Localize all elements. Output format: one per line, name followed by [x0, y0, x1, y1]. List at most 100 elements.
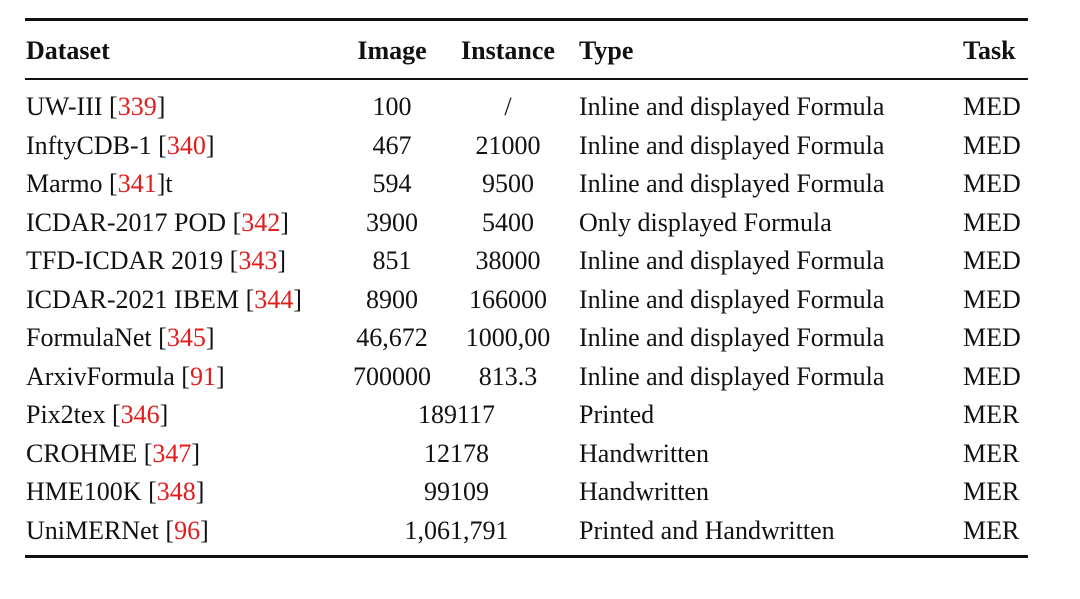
instance-cell: 166000 — [469, 284, 547, 314]
dataset-cell: UniMERNet [96] — [26, 512, 209, 550]
dataset-name: ICDAR-2021 IBEM — [26, 284, 246, 314]
ref-open: [ — [109, 92, 118, 121]
task-cell: MED — [963, 246, 1021, 275]
image-cell: 467 — [372, 130, 412, 160]
image-cell: 3900 — [366, 207, 418, 237]
ref-open: [ — [109, 169, 118, 198]
ref-close: ] — [215, 361, 225, 391]
dataset-cell: ArxivFormula [91] — [26, 358, 225, 396]
task-cell: MED — [963, 207, 1021, 237]
dataset-cell: InftyCDB-1 [340] — [26, 127, 215, 165]
citation-link[interactable]: 91 — [190, 362, 216, 391]
instance-cell: / — [504, 92, 512, 121]
task-cell: MER — [963, 400, 1020, 429]
dataset-cell: HME100K [348] — [26, 473, 204, 511]
dataset-name: UniMERNet — [26, 515, 166, 545]
table-row: FormulaNet [345] 46,672 1000,00 Inline and … — [0, 319, 1080, 357]
table-row: UW-III [339] 100 / Inline and displayed For… — [0, 88, 1080, 126]
task-cell: MED — [963, 284, 1021, 314]
table-row: ArxivFormula [91] 700000 813.3 Inline and d… — [0, 358, 1080, 396]
ref-open: [ — [111, 400, 121, 429]
citation-link[interactable]: 341 — [118, 169, 157, 198]
table-row: Pix2tex [346] 189117 Printed MER — [0, 396, 1080, 434]
ref-open: [ — [158, 323, 167, 352]
citation-link[interactable]: 346 — [121, 400, 160, 429]
image-cell: 100 — [372, 92, 412, 121]
task-cell: MER — [963, 477, 1020, 506]
table-header-row: Dataset Image Instance Type Task — [0, 32, 1080, 70]
type-cell: Printed and Handwritten — [579, 515, 835, 545]
header-task: Task — [963, 36, 1016, 65]
type-cell: Printed — [579, 400, 655, 429]
dataset-name: ArxivFormula — [26, 361, 182, 391]
table-bottom-rule — [25, 555, 1028, 558]
citation-link[interactable]: 345 — [167, 323, 206, 352]
ref-close: ] — [280, 207, 289, 237]
dataset-name: CROHME — [26, 438, 144, 468]
citation-link[interactable]: 339 — [118, 92, 157, 121]
ref-open: [ — [181, 361, 190, 391]
instance-cell: 9500 — [482, 169, 534, 198]
task-cell: MER — [963, 438, 1020, 468]
header-type: Type — [579, 36, 634, 65]
table-row: HME100K [348] 99109 Handwritten MER — [0, 473, 1080, 511]
dataset-cell: CROHME [347] — [26, 435, 200, 473]
instance-cell: 5400 — [482, 207, 534, 237]
dataset-name: Pix2tex — [26, 400, 112, 429]
ref-close: ] — [277, 246, 287, 275]
table-row: TFD-ICDAR 2019 [343] 851 38000 Inline and d… — [0, 242, 1080, 280]
dataset-name: Marmo — [26, 169, 110, 198]
type-cell: Handwritten — [579, 477, 709, 506]
table-row: CROHME [347] 12178 Handwritten MER — [0, 435, 1080, 473]
image-cell: 700000 — [353, 361, 431, 391]
header-dataset: Dataset — [26, 36, 110, 65]
table-top-rule — [25, 18, 1028, 21]
instance-cell: 38000 — [475, 246, 541, 275]
image-cell: 594 — [372, 169, 412, 198]
task-cell: MED — [963, 92, 1021, 121]
citation-link[interactable]: 343 — [238, 246, 277, 275]
ref-open: [ — [232, 207, 242, 237]
dataset-name: InftyCDB-1 — [26, 130, 159, 160]
citation-link[interactable]: 340 — [167, 131, 206, 160]
citation-link[interactable]: 347 — [152, 439, 191, 468]
type-cell: Handwritten — [579, 438, 709, 468]
ref-open: [ — [245, 284, 255, 314]
citation-link[interactable]: 348 — [157, 477, 196, 506]
ref-close: ] — [293, 284, 302, 314]
table-row: Marmo [341]t 594 9500 Inline and displayed … — [0, 165, 1080, 203]
ref-close: ] — [205, 130, 215, 160]
citation-link[interactable]: 342 — [241, 208, 280, 237]
ref-close: ] — [205, 323, 215, 352]
ref-close: ] — [156, 92, 166, 121]
type-cell: Inline and displayed Formula — [579, 169, 885, 198]
citation-link[interactable]: 344 — [254, 285, 293, 314]
dataset-name: HME100K — [26, 477, 149, 506]
header-instance: Instance — [461, 36, 555, 65]
dataset-name: ICDAR-2017 POD — [26, 207, 233, 237]
image-cell: 8900 — [366, 284, 418, 314]
citation-link[interactable]: 96 — [174, 516, 200, 545]
task-cell: MER — [963, 515, 1020, 545]
dataset-cell: ICDAR-2021 IBEM [344] — [26, 281, 302, 319]
type-cell: Inline and displayed Formula — [579, 361, 885, 391]
image-instance-merged-cell: 1,061,791 — [404, 515, 509, 545]
table-row: InftyCDB-1 [340] 467 21000 Inline and displ… — [0, 127, 1080, 165]
ref-close: ] — [191, 438, 201, 468]
type-cell: Inline and displayed Formula — [579, 92, 885, 121]
ref-close: ] — [200, 515, 209, 545]
dataset-name: FormulaNet — [26, 323, 159, 352]
dataset-cell: Pix2tex [346] — [26, 396, 168, 434]
ref-close: ] — [195, 477, 205, 506]
type-cell: Only displayed Formula — [579, 207, 832, 237]
ref-open: [ — [158, 130, 167, 160]
table-row: ICDAR-2017 POD [342] 3900 5400 Only display… — [0, 204, 1080, 242]
table-header-rule — [25, 78, 1028, 80]
task-cell: MED — [963, 323, 1021, 352]
dataset-cell: TFD-ICDAR 2019 [343] — [26, 242, 286, 280]
dataset-cell: Marmo [341]t — [26, 165, 173, 203]
dataset-cell: ICDAR-2017 POD [342] — [26, 204, 289, 242]
table-row: ICDAR-2021 IBEM [344] 8900 166000 Inline an… — [0, 281, 1080, 319]
image-instance-merged-cell: 12178 — [424, 438, 489, 468]
dataset-cell: FormulaNet [345] — [26, 319, 215, 357]
